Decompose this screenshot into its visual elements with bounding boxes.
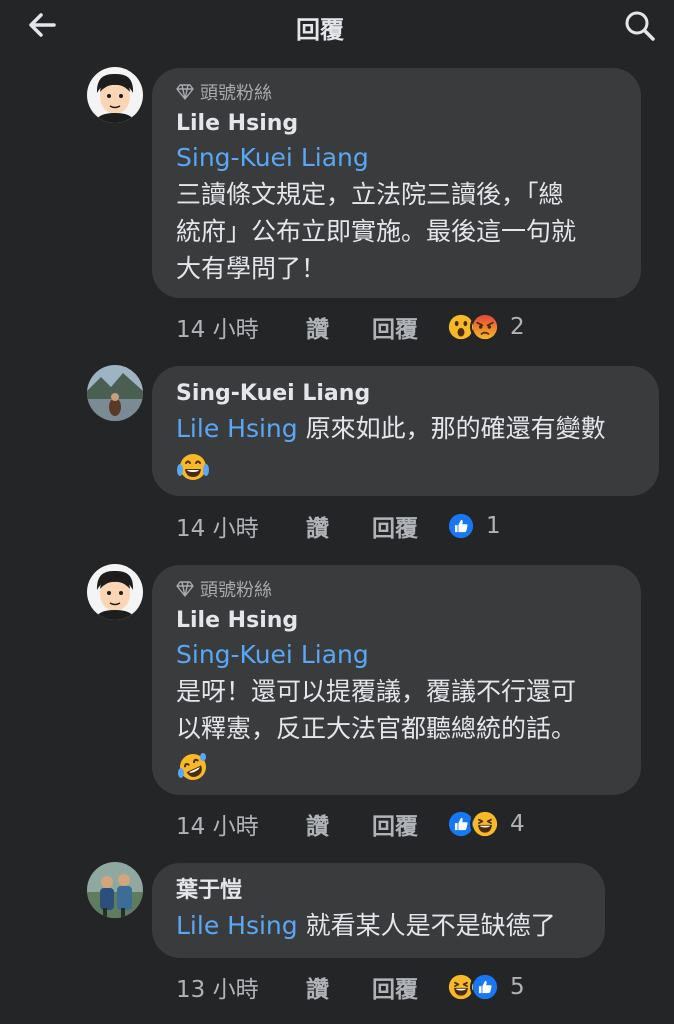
top-bar: 回覆 xyxy=(0,0,674,54)
angry-reaction-icon xyxy=(470,312,500,342)
diamond-icon xyxy=(176,84,194,100)
comment-bubble[interactable]: 頭號粉絲 Lile Hsing Sing-Kuei Liang 是呀！還可以提覆… xyxy=(152,565,641,795)
comment-author[interactable]: Lile Hsing xyxy=(176,605,617,637)
laughing-tears-emoji xyxy=(177,454,209,480)
badge-label: 頭號粉絲 xyxy=(200,580,272,601)
timestamp: 14 小時 xyxy=(176,516,259,542)
comment-text: 原來如此，那的確還有變數 xyxy=(305,414,606,443)
mention-link[interactable]: Lile Hsing xyxy=(176,911,298,940)
comment-author[interactable]: Sing-Kuei Liang xyxy=(176,378,635,410)
reply-button[interactable]: 回覆 xyxy=(372,970,446,1004)
avatar[interactable] xyxy=(87,564,143,620)
comment-bubble[interactable]: 頭號粉絲 Lile Hsing Sing-Kuei Liang 三讀條文規定，立… xyxy=(152,68,641,298)
comment-text-line: 三讀條文規定，立法院三讀後，「總 xyxy=(176,180,564,209)
reaction-count: 1 xyxy=(486,513,501,539)
reaction-summary[interactable]: 4 xyxy=(446,809,525,839)
comment-actions: 14 小時 讚 回覆 1 xyxy=(176,509,501,543)
comment-text-line: 以釋憲，反正大法官都聽總統的話。 xyxy=(176,714,577,743)
top-fan-badge: 頭號粉絲 xyxy=(176,80,617,104)
reaction-summary[interactable]: 1 xyxy=(446,511,501,541)
comment-bubble[interactable]: 葉于愷 Lile Hsing 就看某人是不是缺德了 xyxy=(152,863,605,958)
avatar[interactable] xyxy=(87,862,143,918)
comment-emoji-line xyxy=(176,447,635,484)
comment-text-line: 統府」公布立即實施。最後這一句就 xyxy=(176,217,577,246)
comment-text-line: Lile Hsing 原來如此，那的確還有變數 xyxy=(176,410,635,447)
reply-button[interactable]: 回覆 xyxy=(372,310,446,344)
timestamp: 14 小時 xyxy=(176,317,259,343)
avatar[interactable] xyxy=(87,365,143,421)
comment-actions: 14 小時 讚 回覆 4 xyxy=(176,807,525,841)
comment-text-line: Lile Hsing 就看某人是不是缺德了 xyxy=(176,907,581,944)
diamond-icon xyxy=(176,581,194,597)
mention-link[interactable]: Sing-Kuei Liang xyxy=(176,140,617,176)
badge-label: 頭號粉絲 xyxy=(200,83,272,104)
cartoon-face-avatar-icon xyxy=(87,67,143,123)
like-button[interactable]: 讚 xyxy=(306,807,372,841)
reaction-summary[interactable]: 5 xyxy=(446,972,525,1002)
like-button[interactable]: 讚 xyxy=(306,970,372,1004)
timestamp: 14 小時 xyxy=(176,814,259,840)
comment-actions: 14 小時 讚 回覆 2 xyxy=(176,310,525,344)
mention-link[interactable]: Sing-Kuei Liang xyxy=(176,637,617,673)
comment-author[interactable]: 葉于愷 xyxy=(176,875,581,907)
reaction-count: 4 xyxy=(510,811,525,837)
comment-text-line: 大有學問了！ xyxy=(176,254,327,283)
page-title: 回覆 xyxy=(296,16,344,44)
like-reaction-icon xyxy=(470,972,500,1002)
like-button[interactable]: 讚 xyxy=(306,509,372,543)
comment-author[interactable]: Lile Hsing xyxy=(176,108,617,140)
cartoon-face-avatar-icon xyxy=(87,564,143,620)
reply-button[interactable]: 回覆 xyxy=(372,807,446,841)
landscape-photo-avatar-icon xyxy=(87,365,143,421)
mention-link[interactable]: Lile Hsing xyxy=(176,414,298,443)
search-button[interactable] xyxy=(620,6,660,46)
rolling-laughing-emoji xyxy=(178,753,206,780)
timestamp: 13 小時 xyxy=(176,977,259,1003)
reply-button[interactable]: 回覆 xyxy=(372,509,446,543)
comment-text-line: 是呀！還可以提覆議，覆議不行還可 xyxy=(176,677,577,706)
comment-bubble[interactable]: Sing-Kuei Liang Lile Hsing 原來如此，那的確還有變數 xyxy=(152,366,659,496)
comment-actions: 13 小時 讚 回覆 5 xyxy=(176,970,525,1004)
top-fan-badge: 頭號粉絲 xyxy=(176,577,617,601)
comment-emoji-line xyxy=(176,747,617,784)
like-button[interactable]: 讚 xyxy=(306,310,372,344)
reaction-summary[interactable]: 2 xyxy=(446,312,525,342)
reaction-count: 5 xyxy=(510,974,525,1000)
haha-reaction-icon xyxy=(470,809,500,839)
two-people-photo-avatar-icon xyxy=(87,862,143,918)
like-reaction-icon xyxy=(446,511,476,541)
reaction-count: 2 xyxy=(510,314,525,340)
avatar[interactable] xyxy=(87,67,143,123)
comment-text: 就看某人是不是缺德了 xyxy=(305,911,556,940)
search-icon xyxy=(625,11,655,41)
